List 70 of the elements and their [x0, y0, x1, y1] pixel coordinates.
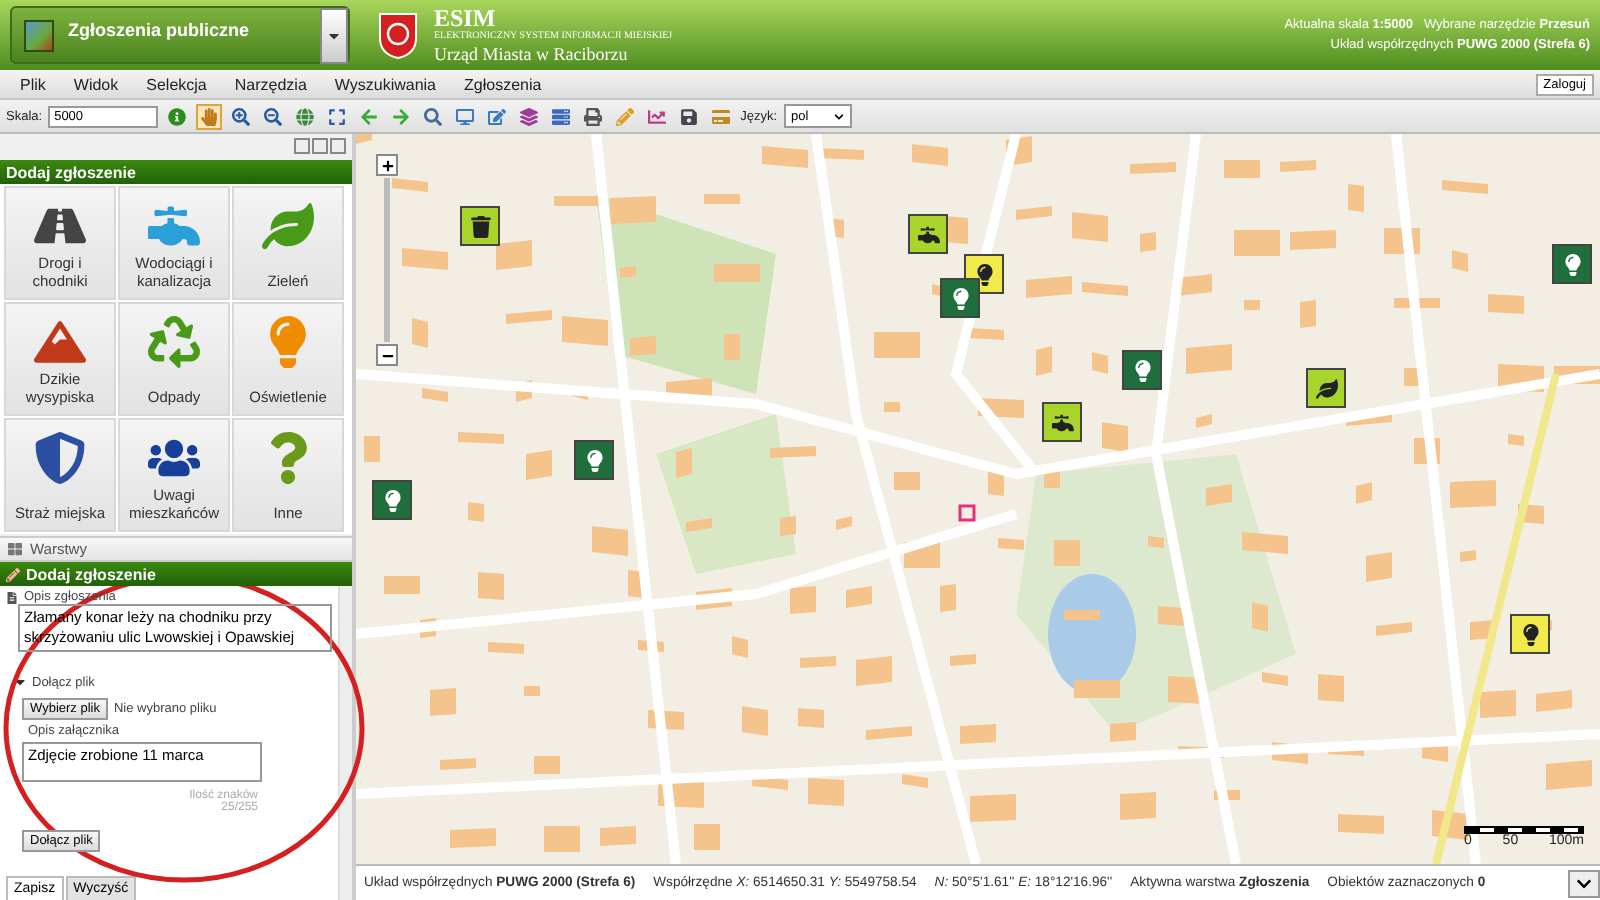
scale-bar: [1464, 826, 1584, 834]
pencil-icon: [6, 567, 20, 581]
mound-icon: [34, 316, 86, 368]
faucet-icon: [917, 223, 939, 245]
scrollbar[interactable]: [338, 586, 352, 900]
menu-item[interactable]: Plik: [6, 75, 60, 93]
dropdown-button[interactable]: [320, 7, 348, 63]
map-marker[interactable]: [574, 440, 614, 480]
zoom-out-button[interactable]: [376, 344, 398, 366]
arrow-left-icon[interactable]: [356, 103, 383, 129]
zoom-slider-track[interactable]: [384, 178, 390, 342]
info-icon[interactable]: [164, 103, 191, 129]
edit-icon[interactable]: [484, 103, 511, 129]
logo-title: ESIM: [434, 5, 498, 29]
pond: [1048, 574, 1136, 694]
hand-icon[interactable]: [196, 103, 223, 129]
collapse-button[interactable]: [1568, 869, 1600, 897]
monitor-icon[interactable]: [452, 103, 479, 129]
arrow-right-icon[interactable]: [388, 103, 415, 129]
shield-icon: [34, 432, 86, 484]
server-icon[interactable]: [548, 103, 575, 129]
lightbulb-icon: [381, 489, 403, 511]
expand-icon[interactable]: [324, 103, 351, 129]
zoom-out-icon[interactable]: [260, 103, 287, 129]
lightbulb-icon: [1561, 253, 1583, 275]
search-icon[interactable]: [420, 103, 447, 129]
plus-icon: [381, 159, 393, 171]
expand-caret-icon[interactable]: [12, 674, 28, 690]
app-thumbnail-icon: [24, 19, 54, 51]
chevron-down-icon: [833, 111, 843, 121]
zoom-in-icon[interactable]: [228, 103, 255, 129]
app-title: Zgłoszenia publiczne: [68, 20, 252, 40]
recycle-icon: [148, 316, 200, 368]
map-marker[interactable]: [1510, 614, 1550, 654]
globe-icon[interactable]: [292, 103, 319, 129]
office-name: Urząd Miasta w Raciborzu: [434, 43, 630, 65]
save-icon[interactable]: [676, 103, 703, 129]
map-marker[interactable]: [1042, 402, 1082, 442]
map-marker[interactable]: [460, 206, 500, 246]
lightbulb-icon: [949, 287, 971, 309]
menu-item[interactable]: Narzędzia: [220, 75, 321, 93]
layers-icon[interactable]: [516, 103, 543, 129]
menu-item[interactable]: Widok: [59, 75, 133, 93]
menu-item[interactable]: Selekcja: [132, 75, 221, 93]
menu-item[interactable]: Wyszukiwania: [320, 75, 450, 93]
menu-item[interactable]: Zgłoszenia: [450, 75, 556, 93]
bin-icon: [469, 215, 491, 237]
text-field-icon: [6, 591, 18, 603]
map-marker[interactable]: [908, 214, 948, 254]
minus-icon: [381, 349, 393, 361]
map-marker[interactable]: [1306, 368, 1346, 408]
map-marker[interactable]: [372, 480, 412, 520]
panel-title: Dodaj zgłoszenie: [0, 160, 352, 184]
layers-icon: [8, 542, 22, 556]
coat-of-arms-icon: [378, 11, 418, 59]
chevron-down-icon: [1576, 875, 1592, 891]
lightbulb-icon: [583, 449, 605, 471]
map-marker[interactable]: [940, 278, 980, 318]
printer-icon[interactable]: [580, 103, 607, 129]
lightbulb-icon: [973, 263, 995, 285]
zoom-in-button[interactable]: [376, 154, 398, 176]
map-marker[interactable]: [1122, 350, 1162, 390]
lightbulb-icon: [1519, 623, 1541, 645]
location-marker: [958, 504, 976, 522]
map-marker[interactable]: [1552, 244, 1592, 284]
lightbulb-icon: [1131, 359, 1153, 381]
leaf-icon: [262, 200, 314, 252]
leaf-icon: [1315, 377, 1337, 399]
faucet-icon: [1051, 411, 1073, 433]
form-title: Dodaj zgłoszenie: [26, 565, 156, 583]
